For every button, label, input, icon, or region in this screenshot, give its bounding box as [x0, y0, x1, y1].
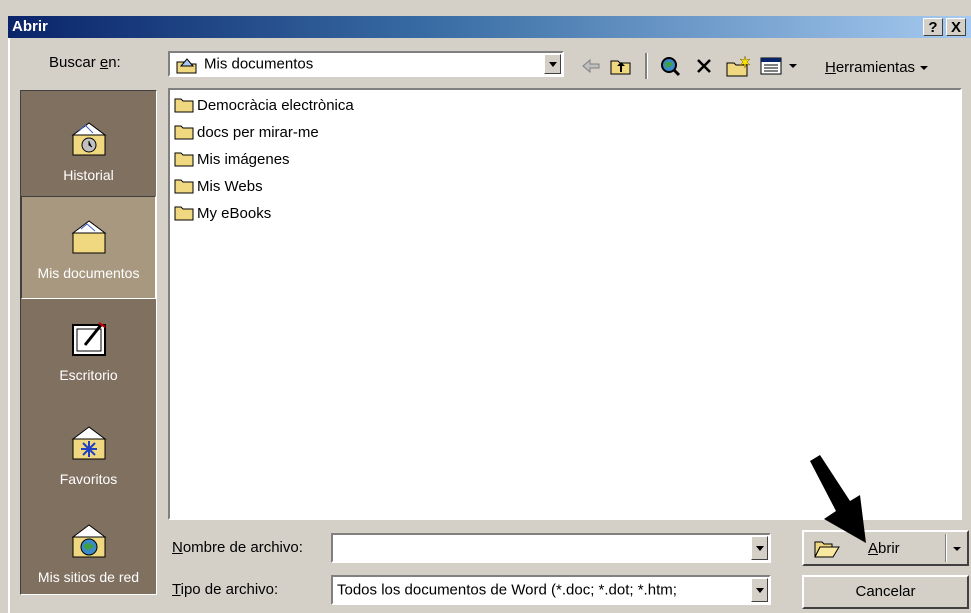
lookin-combo[interactable]: Mis documentos	[168, 51, 564, 77]
lookin-label-pre: Buscar	[49, 54, 100, 71]
new-folder-button[interactable]	[724, 52, 754, 80]
filename-label-key: N	[172, 539, 183, 556]
up-one-level-icon	[610, 60, 631, 75]
title-bar: Abrir ? X	[8, 16, 971, 38]
folder-name: docs per mirar-me	[197, 123, 319, 141]
help-button[interactable]: ?	[923, 18, 943, 36]
tools-menu-label: erramientas	[835, 59, 916, 76]
place-escritorio[interactable]: Escritorio	[21, 299, 156, 402]
lookin-label: Buscar en:	[49, 54, 121, 71]
place-label: Escritorio	[59, 367, 118, 383]
tools-menu-key: H	[825, 59, 836, 76]
lookin-label-post: n:	[108, 54, 121, 71]
delete-button[interactable]	[692, 52, 716, 80]
toolbar-separator	[645, 53, 648, 79]
close-button[interactable]: X	[946, 18, 966, 36]
folder-name: Mis imágenes	[197, 150, 290, 168]
tools-dropdown-icon	[920, 66, 929, 70]
place-historial[interactable]: Historial	[21, 99, 156, 202]
folder-icon	[174, 98, 194, 113]
lookin-value: Mis documentos	[204, 55, 314, 73]
place-label: Mis documentos	[37, 265, 140, 281]
places-bar: Historial Mis documentos Escritorio Favo…	[20, 90, 157, 595]
lookin-dropdown-button[interactable]	[544, 54, 561, 74]
folder-name: Mis Webs	[197, 177, 263, 195]
favorites-icon	[71, 426, 106, 460]
place-mis-documentos[interactable]: Mis documentos	[21, 196, 156, 299]
filename-field[interactable]	[331, 533, 771, 563]
place-label: Historial	[63, 167, 114, 183]
folder-name: Democràcia electrònica	[197, 96, 354, 114]
lookin-label-key: e	[99, 54, 109, 71]
folder-icon	[174, 206, 194, 221]
place-label: Mis sitios de red	[37, 569, 140, 585]
delete-icon	[697, 59, 711, 73]
open-button-text: brir	[878, 540, 900, 557]
place-mis-sitios-de-red[interactable]: Mis sitios de red	[21, 501, 156, 604]
search-web-icon	[661, 57, 681, 77]
up-folder-button[interactable]	[608, 52, 634, 80]
filename-label: Nombre de archivo:	[172, 539, 303, 556]
filetype-label-key: T	[172, 581, 181, 598]
list-item[interactable]: docs per mirar-me	[174, 120, 319, 144]
folder-icon	[174, 152, 194, 167]
filetype-select[interactable]: Todos los documentos de Word (*.doc; *.d…	[331, 575, 771, 605]
place-favoritos[interactable]: Favoritos	[21, 403, 156, 506]
place-label: Favoritos	[59, 471, 118, 487]
list-item[interactable]: My eBooks	[174, 201, 271, 225]
desktop-icon	[71, 322, 106, 356]
filename-dropdown-button[interactable]	[751, 536, 768, 560]
my-documents-small-icon	[176, 58, 197, 74]
annotation-arrow	[810, 455, 866, 543]
folder-name: My eBooks	[197, 204, 272, 222]
folder-icon	[174, 179, 194, 194]
search-web-button[interactable]	[656, 52, 684, 80]
cancel-button[interactable]: Cancelar	[802, 575, 969, 609]
filetype-label-text: ipo de archivo:	[180, 581, 279, 598]
list-item[interactable]: Mis Webs	[174, 174, 263, 198]
window-frame	[8, 16, 10, 613]
new-folder-icon	[726, 55, 751, 77]
open-button-divider	[945, 534, 947, 562]
network-places-icon	[71, 524, 106, 558]
my-documents-icon	[71, 220, 106, 254]
tools-menu[interactable]: Herramientas	[825, 59, 929, 76]
history-folder-icon	[71, 122, 106, 156]
views-button[interactable]	[760, 52, 804, 80]
views-icon	[760, 57, 782, 75]
filetype-dropdown-button[interactable]	[751, 578, 768, 602]
list-item[interactable]: Democràcia electrònica	[174, 93, 354, 117]
back-arrow-icon	[582, 59, 600, 73]
folder-icon	[174, 125, 194, 140]
filename-label-text: ombre de archivo:	[182, 539, 303, 556]
list-item[interactable]: Mis imágenes	[174, 147, 290, 171]
filetype-label: Tipo de archivo:	[172, 581, 278, 598]
back-button[interactable]	[580, 52, 602, 80]
views-dropdown-icon	[789, 64, 797, 68]
filetype-value: Todos los documentos de Word (*.doc; *.d…	[337, 581, 677, 599]
open-dropdown-icon[interactable]	[952, 545, 962, 553]
window-title: Abrir	[12, 18, 48, 35]
